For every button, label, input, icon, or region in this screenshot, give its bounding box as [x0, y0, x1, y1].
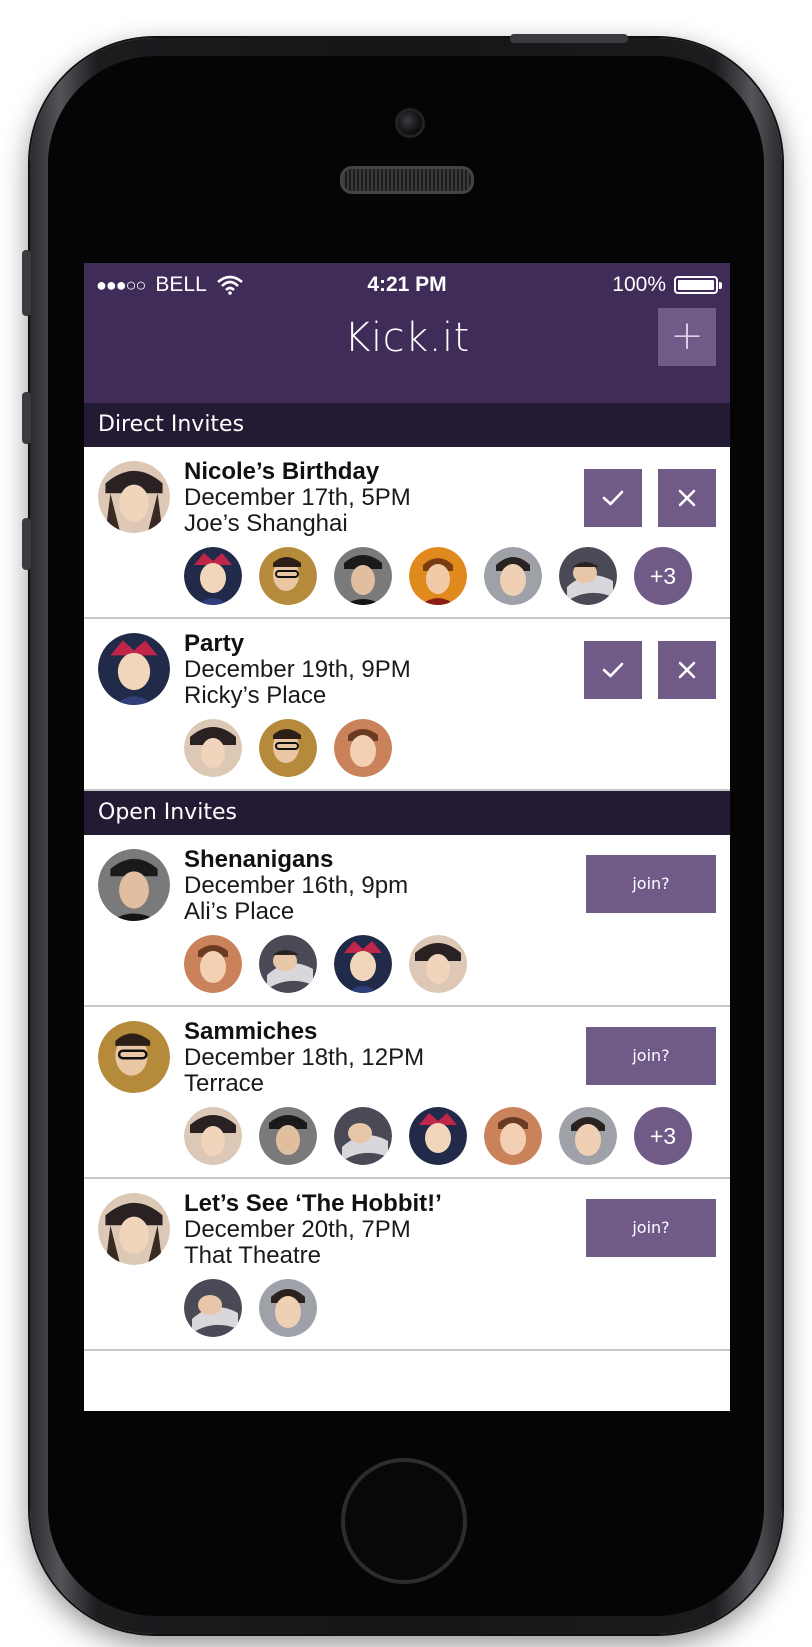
attendee-avatar[interactable]	[484, 1107, 542, 1165]
event-date: December 18th, 12PM	[184, 1044, 425, 1071]
app-title: Kick.it	[344, 315, 470, 361]
attendee-avatar[interactable]	[559, 1107, 617, 1165]
check-icon	[602, 490, 624, 506]
section-header-direct: Direct Invites	[84, 403, 730, 447]
attendee-list	[184, 719, 392, 777]
front-camera	[395, 108, 425, 138]
app-header: ●●●○○ BELL 4:21 PM 100% Kick.it +	[84, 263, 730, 403]
join-button[interactable]: join?	[586, 1027, 716, 1085]
attendee-avatar[interactable]	[259, 1279, 317, 1337]
event-location: Terrace	[184, 1070, 265, 1097]
event-card[interactable]: Nicole’s Birthday December 17th, 5PM Joe…	[84, 447, 730, 619]
more-attendees-badge[interactable]: +3	[634, 1107, 692, 1165]
section-header-open: Open Invites	[84, 791, 730, 835]
event-location: That Theatre	[184, 1242, 321, 1269]
attendee-list	[184, 1279, 317, 1337]
volume-down-button	[22, 518, 31, 570]
attendee-list	[184, 935, 467, 993]
accept-button[interactable]	[584, 641, 642, 699]
event-location: Ali’s Place	[184, 898, 295, 925]
attendee-avatar[interactable]	[184, 547, 242, 605]
attendee-avatar[interactable]	[259, 547, 317, 605]
event-card[interactable]: Shenanigans December 16th, 9pm Ali’s Pla…	[84, 835, 730, 1007]
event-date: December 19th, 9PM	[184, 656, 411, 683]
attendee-avatar[interactable]	[184, 719, 242, 777]
close-icon	[678, 661, 696, 679]
event-card[interactable]: Sammiches December 18th, 12PM Terrace jo…	[84, 1007, 730, 1179]
attendee-avatar[interactable]	[259, 935, 317, 993]
power-button	[510, 34, 628, 43]
attendee-avatar[interactable]	[184, 935, 242, 993]
app-screen: ●●●○○ BELL 4:21 PM 100% Kick.it + Direct…	[84, 263, 730, 1411]
add-event-button[interactable]: +	[658, 308, 716, 366]
close-icon	[678, 489, 696, 507]
event-card[interactable]: Party December 19th, 9PM Ricky’s Place	[84, 619, 730, 791]
battery-percent: 100%	[612, 273, 666, 296]
attendee-avatar[interactable]	[409, 1107, 467, 1165]
host-avatar	[98, 849, 170, 921]
event-card[interactable]: Let’s See ‘The Hobbit!’ December 20th, 7…	[84, 1179, 730, 1351]
check-icon	[602, 662, 624, 678]
event-title: Party	[184, 630, 245, 657]
event-date: December 17th, 5PM	[184, 484, 411, 511]
host-avatar	[98, 633, 170, 705]
accept-button[interactable]	[584, 469, 642, 527]
event-location: Ricky’s Place	[184, 682, 327, 709]
attendee-list: +3	[184, 547, 692, 605]
event-title: Let’s See ‘The Hobbit!’	[184, 1190, 442, 1217]
host-avatar	[98, 1021, 170, 1093]
attendee-avatar[interactable]	[409, 935, 467, 993]
attendee-list: +3	[184, 1107, 692, 1165]
event-title: Sammiches	[184, 1018, 318, 1045]
attendee-avatar[interactable]	[334, 547, 392, 605]
more-attendees-badge[interactable]: +3	[634, 547, 692, 605]
attendee-avatar[interactable]	[184, 1107, 242, 1165]
earpiece-speaker	[340, 166, 474, 194]
attendee-avatar[interactable]	[259, 719, 317, 777]
event-title: Shenanigans	[184, 846, 334, 873]
event-date: December 16th, 9pm	[184, 872, 409, 899]
battery-icon	[674, 276, 722, 294]
decline-button[interactable]	[658, 641, 716, 699]
attendee-avatar[interactable]	[484, 547, 542, 605]
event-location: Joe’s Shanghai	[184, 510, 348, 537]
volume-up-button	[22, 392, 31, 444]
host-avatar	[98, 1193, 170, 1265]
event-title: Nicole’s Birthday	[184, 458, 380, 485]
attendee-avatar[interactable]	[259, 1107, 317, 1165]
host-avatar	[98, 461, 170, 533]
attendee-avatar[interactable]	[409, 547, 467, 605]
join-button[interactable]: join?	[586, 855, 716, 913]
status-bar: ●●●○○ BELL 4:21 PM 100%	[84, 263, 730, 309]
attendee-avatar[interactable]	[184, 1279, 242, 1337]
decline-button[interactable]	[658, 469, 716, 527]
event-date: December 20th, 7PM	[184, 1216, 411, 1243]
attendee-avatar[interactable]	[334, 935, 392, 993]
attendee-avatar[interactable]	[334, 1107, 392, 1165]
attendee-avatar[interactable]	[334, 719, 392, 777]
join-button[interactable]: join?	[586, 1199, 716, 1257]
home-button[interactable]	[341, 1458, 467, 1584]
attendee-avatar[interactable]	[559, 547, 617, 605]
silent-switch	[22, 250, 31, 316]
